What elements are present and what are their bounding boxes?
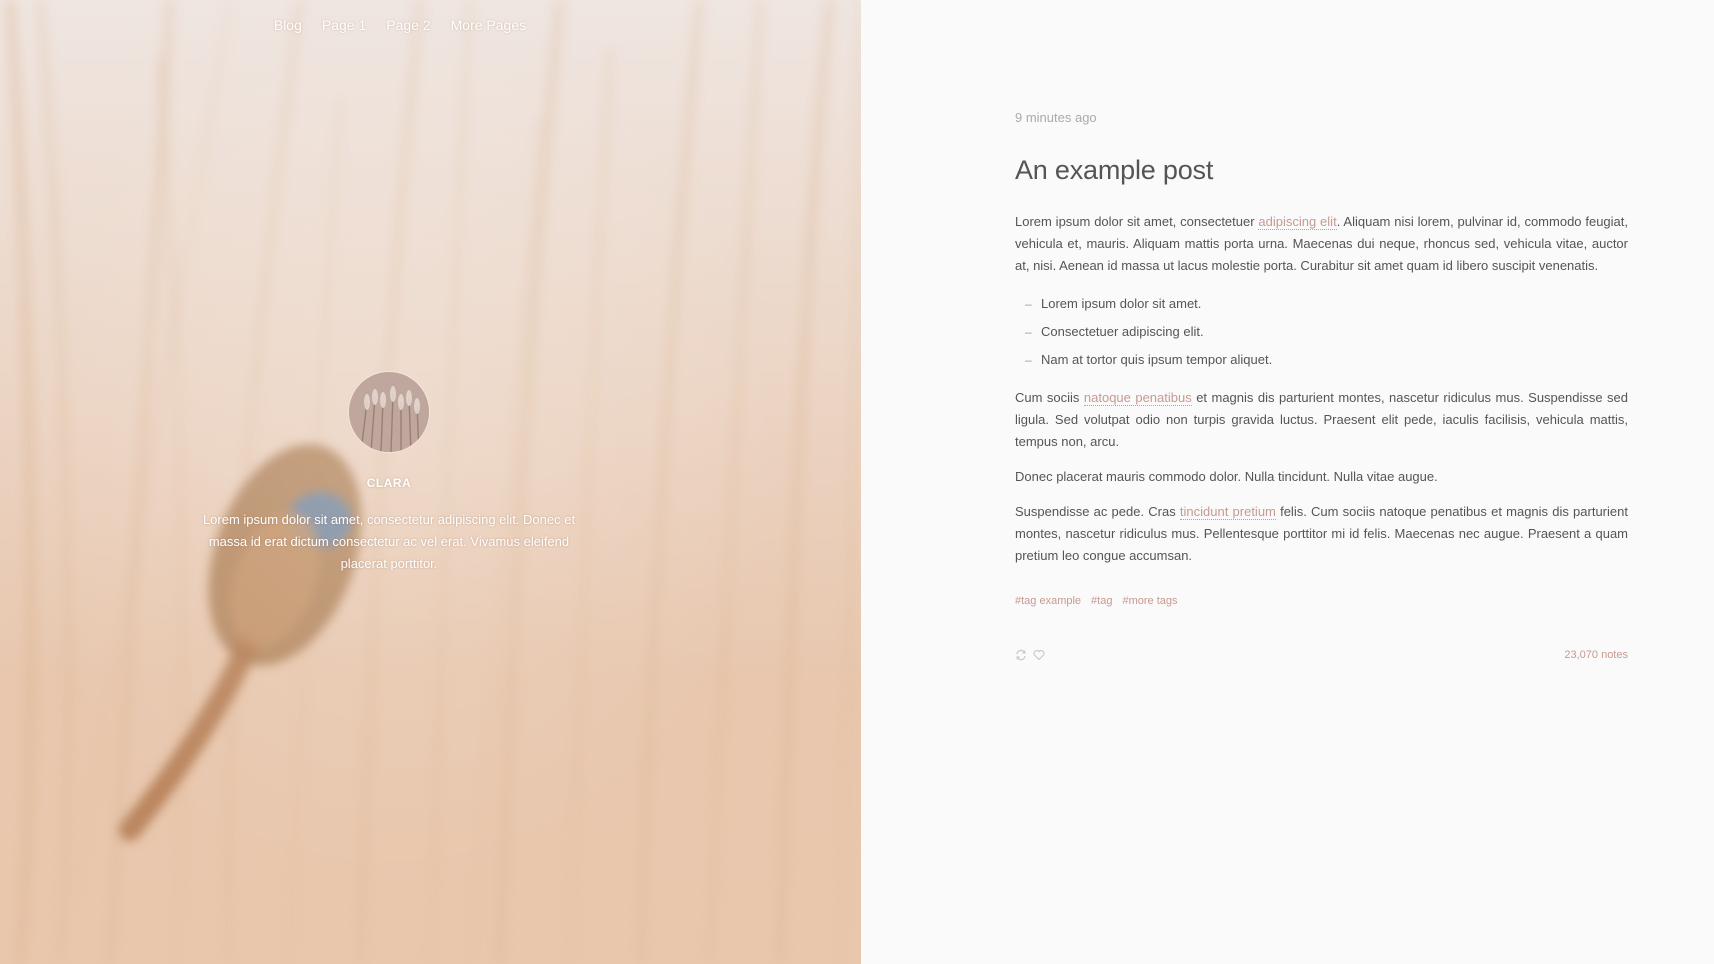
wheat-field-image	[349, 372, 429, 452]
nav-item-page-1[interactable]: Page 1	[322, 17, 366, 33]
list-item-text: Consectetuer adipiscing elit.	[1041, 324, 1204, 339]
post-paragraph-2: Cum sociis natoque penatibus et magnis d…	[1015, 387, 1628, 453]
reblog-icon[interactable]	[1015, 649, 1027, 661]
avatar[interactable]	[349, 372, 429, 452]
inline-link-adipiscing-elit[interactable]: adipiscing elit	[1258, 214, 1337, 230]
paragraph-text: Lorem ipsum dolor sit amet, consectetuer	[1015, 214, 1259, 229]
nav-item-page-2[interactable]: Page 2	[386, 17, 430, 33]
header-image-panel: Blog Page 1 Page 2 More Pages CLARA Lore…	[0, 0, 861, 964]
post-footer: 23,070 notes	[1015, 649, 1628, 661]
nav-item-more-pages[interactable]: More Pages	[451, 17, 526, 33]
inline-link-natoque-penatibus[interactable]: natoque penatibus	[1083, 390, 1192, 406]
list-dash: –	[1025, 353, 1032, 367]
post: 9 minutes ago An example post Lorem ipsu…	[1015, 110, 1628, 661]
list-item: – Nam at tortor quis ipsum tempor aliquet…	[1025, 346, 1628, 374]
post-paragraph-3: Donec placerat mauris commodo dolor. Nul…	[1015, 469, 1438, 484]
blog-name: CLARA	[366, 476, 412, 490]
list-item: – Consectetuer adipiscing elit.	[1025, 318, 1628, 346]
page: Blog Page 1 Page 2 More Pages CLARA Lore…	[0, 0, 1714, 964]
blog-description: Lorem ipsum dolor sit amet, consectetur …	[202, 512, 576, 571]
post-actions	[1015, 649, 1045, 661]
post-timestamp[interactable]: 9 minutes ago	[1015, 110, 1628, 125]
paragraph-text: Cum sociis	[1015, 390, 1084, 405]
tag-link[interactable]: #tag example	[1015, 595, 1081, 607]
notes-count[interactable]: 23,070 notes	[1564, 649, 1628, 661]
paragraph-text: Suspendisse ac pede. Cras	[1015, 504, 1180, 519]
top-navigation: Blog Page 1 Page 2 More Pages	[0, 17, 800, 33]
post-title: An example post	[1015, 155, 1214, 185]
list-dash: –	[1025, 325, 1032, 339]
tag-link[interactable]: #more tags	[1122, 595, 1177, 607]
nav-item-blog[interactable]: Blog	[274, 17, 302, 33]
inline-link-tincidunt-pretium[interactable]: tincidunt pretium	[1179, 504, 1276, 520]
heart-icon[interactable]	[1033, 649, 1045, 661]
profile-block: CLARA Lorem ipsum dolor sit amet, consec…	[200, 372, 578, 575]
list-item: – Lorem ipsum dolor sit amet.	[1025, 290, 1628, 318]
list-item-text: Nam at tortor quis ipsum tempor aliquet.	[1041, 352, 1273, 367]
post-list: – Lorem ipsum dolor sit amet. – Consectetu…	[1015, 290, 1628, 374]
tag-link[interactable]: #tag	[1091, 595, 1112, 607]
post-paragraph-4: Suspendisse ac pede. Cras tincidunt pret…	[1015, 501, 1628, 567]
list-item-text: Lorem ipsum dolor sit amet.	[1041, 296, 1202, 311]
list-dash: –	[1025, 297, 1032, 311]
content-panel: 9 minutes ago An example post Lorem ipsu…	[861, 0, 1714, 964]
post-paragraph-1: Lorem ipsum dolor sit amet, consectetuer…	[1015, 211, 1628, 277]
post-tags: #tag example #tag #more tags	[1015, 595, 1628, 607]
